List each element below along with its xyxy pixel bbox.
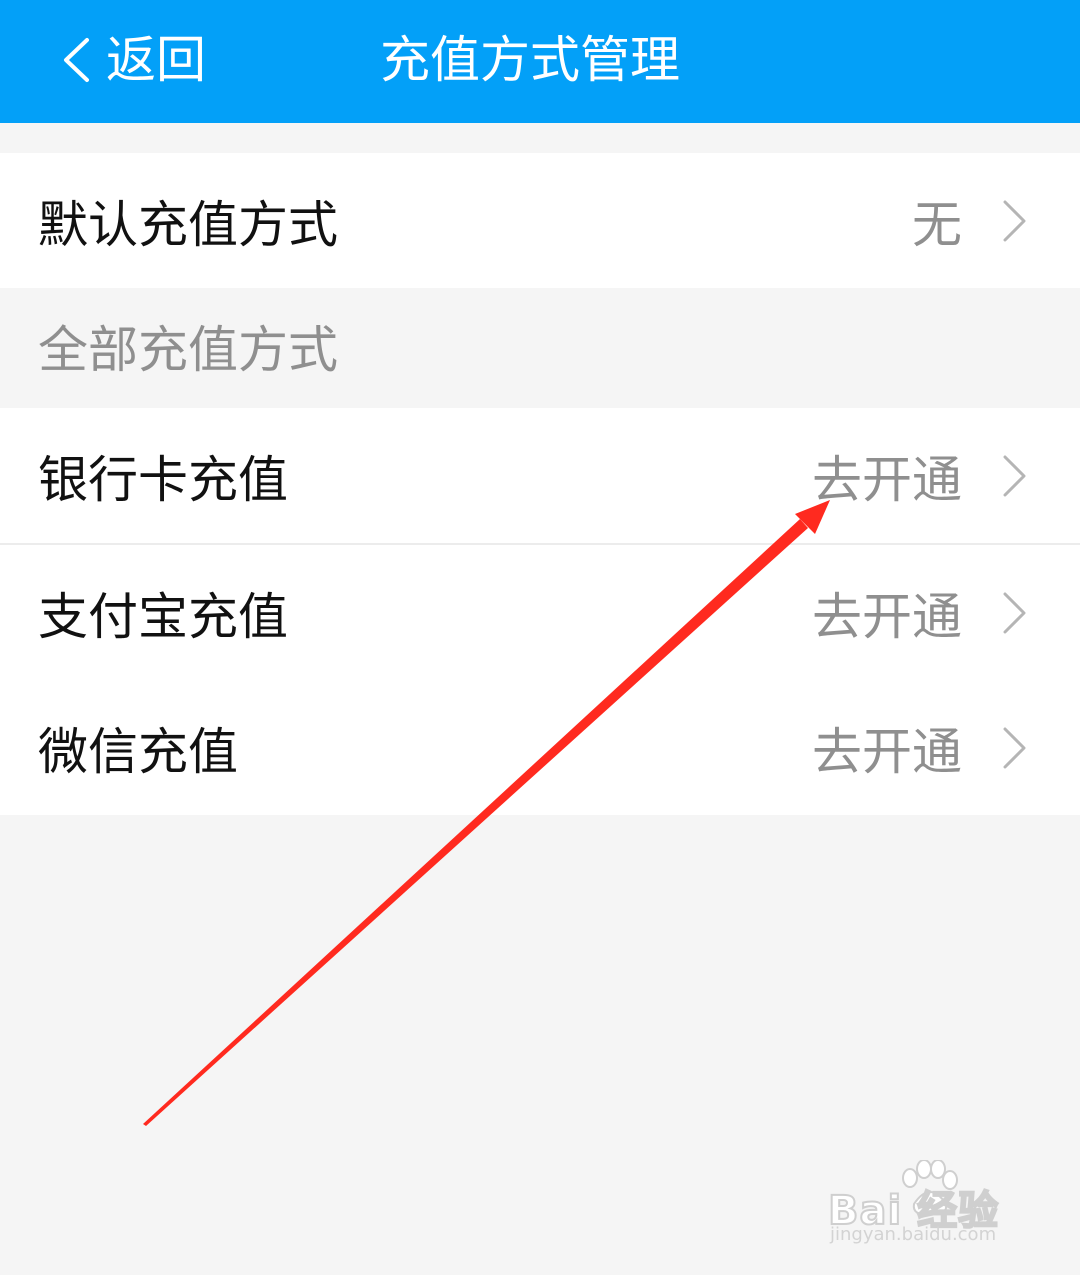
chevron-right-icon [1003,727,1026,768]
method-label: 银行卡充值 [38,450,288,509]
default-method-value: 无 [912,195,962,254]
watermark-brand: Bai 经验 [827,1187,1000,1235]
method-action: 去开通 [812,450,962,509]
method-row-bank-card[interactable]: 银行卡充值 去开通 [0,408,1080,543]
method-action: 去开通 [812,722,962,781]
nav-bar: 返回 充值方式管理 [0,0,1080,123]
method-label: 微信充值 [38,722,238,781]
chevron-right-icon [1003,592,1026,633]
back-label: 返回 [106,31,206,89]
watermark: Bai 经验 jingyan.baidu.com [827,1160,1028,1250]
paw-icon [902,1160,958,1216]
method-action: 去开通 [812,587,962,646]
back-button[interactable]: 返回 [60,28,206,92]
chevron-left-icon [64,38,89,82]
page-title: 充值方式管理 [380,31,680,89]
section-header: 全部充值方式 [38,321,338,379]
default-method-label: 默认充值方式 [38,195,338,254]
method-row-alipay[interactable]: 支付宝充值 去开通 [0,545,1080,680]
default-method-row[interactable]: 默认充值方式 无 [0,153,1080,288]
watermark-url: jingyan.baidu.com [830,1224,997,1245]
chevron-right-icon [1003,455,1026,496]
method-label: 支付宝充值 [38,587,288,646]
chevron-right-icon [1003,200,1026,241]
method-row-wechat[interactable]: 微信充值 去开通 [0,680,1080,815]
